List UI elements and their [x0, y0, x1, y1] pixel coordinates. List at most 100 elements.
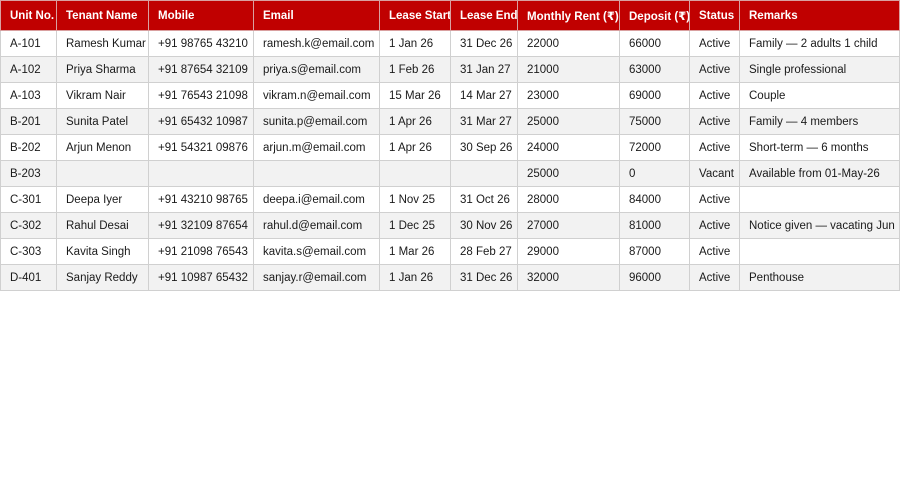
cell-monthly-rent[interactable]: 21000 [517, 56, 620, 83]
cell-unit-no[interactable]: A-103 [0, 82, 57, 109]
cell-email[interactable]: priya.s@email.com [253, 56, 380, 83]
cell-email[interactable]: vikram.n@email.com [253, 82, 380, 109]
cell-remarks[interactable]: Couple [739, 82, 900, 109]
header-lease-start[interactable]: Lease Start [379, 0, 451, 31]
cell-lease-end[interactable]: 31 Dec 26 [450, 30, 518, 57]
cell-remarks[interactable]: Notice given — vacating Jun [739, 212, 900, 239]
cell-mobile[interactable]: +91 32109 87654 [148, 212, 254, 239]
cell-status[interactable]: Active [689, 30, 740, 57]
cell-remarks[interactable]: Available from 01-May-26 [739, 160, 900, 187]
cell-lease-start[interactable]: 1 Apr 26 [379, 134, 451, 161]
cell-monthly-rent[interactable]: 24000 [517, 134, 620, 161]
header-email[interactable]: Email [253, 0, 380, 31]
cell-lease-end[interactable]: 28 Feb 27 [450, 238, 518, 265]
cell-unit-no[interactable]: C-303 [0, 238, 57, 265]
cell-tenant-name[interactable]: Kavita Singh [56, 238, 149, 265]
cell-status[interactable]: Active [689, 134, 740, 161]
cell-tenant-name[interactable]: Sunita Patel [56, 108, 149, 135]
cell-status[interactable]: Vacant [689, 160, 740, 187]
cell-monthly-rent[interactable]: 32000 [517, 264, 620, 291]
cell-lease-start[interactable]: 1 Jan 26 [379, 264, 451, 291]
cell-lease-end[interactable]: 30 Nov 26 [450, 212, 518, 239]
cell-email[interactable]: sanjay.r@email.com [253, 264, 380, 291]
header-status[interactable]: Status [689, 0, 740, 31]
cell-status[interactable]: Active [689, 108, 740, 135]
cell-lease-end[interactable]: 31 Jan 27 [450, 56, 518, 83]
cell-mobile[interactable]: +91 76543 21098 [148, 82, 254, 109]
cell-mobile[interactable]: +91 87654 32109 [148, 56, 254, 83]
cell-mobile[interactable] [148, 160, 254, 187]
cell-remarks[interactable]: Family — 2 adults 1 child [739, 30, 900, 57]
cell-mobile[interactable]: +91 54321 09876 [148, 134, 254, 161]
header-monthly-rent[interactable]: Monthly Rent (₹) [517, 0, 620, 31]
cell-unit-no[interactable]: A-101 [0, 30, 57, 57]
cell-unit-no[interactable]: B-201 [0, 108, 57, 135]
cell-unit-no[interactable]: A-102 [0, 56, 57, 83]
cell-tenant-name[interactable]: Priya Sharma [56, 56, 149, 83]
cell-tenant-name[interactable]: Ramesh Kumar [56, 30, 149, 57]
cell-email[interactable]: sunita.p@email.com [253, 108, 380, 135]
cell-email[interactable] [253, 160, 380, 187]
cell-remarks[interactable]: Short-term — 6 months [739, 134, 900, 161]
cell-lease-end[interactable] [450, 160, 518, 187]
cell-unit-no[interactable]: D-401 [0, 264, 57, 291]
cell-status[interactable]: Active [689, 238, 740, 265]
cell-tenant-name[interactable]: Deepa Iyer [56, 186, 149, 213]
cell-lease-start[interactable]: 1 Mar 26 [379, 238, 451, 265]
cell-lease-end[interactable]: 14 Mar 27 [450, 82, 518, 109]
cell-email[interactable]: ramesh.k@email.com [253, 30, 380, 57]
cell-monthly-rent[interactable]: 25000 [517, 160, 620, 187]
cell-tenant-name[interactable]: Sanjay Reddy [56, 264, 149, 291]
cell-unit-no[interactable]: C-301 [0, 186, 57, 213]
cell-monthly-rent[interactable]: 29000 [517, 238, 620, 265]
cell-email[interactable]: kavita.s@email.com [253, 238, 380, 265]
cell-lease-start[interactable] [379, 160, 451, 187]
cell-email[interactable]: rahul.d@email.com [253, 212, 380, 239]
cell-monthly-rent[interactable]: 28000 [517, 186, 620, 213]
cell-mobile[interactable]: +91 43210 98765 [148, 186, 254, 213]
cell-mobile[interactable]: +91 10987 65432 [148, 264, 254, 291]
cell-monthly-rent[interactable]: 27000 [517, 212, 620, 239]
cell-remarks[interactable] [739, 186, 900, 213]
cell-email[interactable]: arjun.m@email.com [253, 134, 380, 161]
cell-tenant-name[interactable]: Arjun Menon [56, 134, 149, 161]
cell-unit-no[interactable]: C-302 [0, 212, 57, 239]
cell-monthly-rent[interactable]: 22000 [517, 30, 620, 57]
cell-lease-end[interactable]: 31 Oct 26 [450, 186, 518, 213]
cell-tenant-name[interactable]: Rahul Desai [56, 212, 149, 239]
cell-status[interactable]: Active [689, 82, 740, 109]
header-deposit[interactable]: Deposit (₹) [619, 0, 690, 31]
cell-lease-start[interactable]: 1 Apr 26 [379, 108, 451, 135]
cell-lease-start[interactable]: 1 Jan 26 [379, 30, 451, 57]
cell-remarks[interactable] [739, 238, 900, 265]
header-remarks[interactable]: Remarks [739, 0, 900, 31]
cell-deposit[interactable]: 69000 [619, 82, 690, 109]
cell-status[interactable]: Active [689, 56, 740, 83]
cell-mobile[interactable]: +91 21098 76543 [148, 238, 254, 265]
cell-mobile[interactable]: +91 98765 43210 [148, 30, 254, 57]
header-tenant-name[interactable]: Tenant Name [56, 0, 149, 31]
cell-lease-start[interactable]: 1 Feb 26 [379, 56, 451, 83]
cell-remarks[interactable]: Family — 4 members [739, 108, 900, 135]
cell-deposit[interactable]: 63000 [619, 56, 690, 83]
cell-tenant-name[interactable] [56, 160, 149, 187]
cell-status[interactable]: Active [689, 212, 740, 239]
cell-deposit[interactable]: 87000 [619, 238, 690, 265]
cell-lease-end[interactable]: 31 Mar 27 [450, 108, 518, 135]
cell-lease-end[interactable]: 31 Dec 26 [450, 264, 518, 291]
cell-deposit[interactable]: 84000 [619, 186, 690, 213]
cell-lease-start[interactable]: 1 Dec 25 [379, 212, 451, 239]
cell-email[interactable]: deepa.i@email.com [253, 186, 380, 213]
cell-deposit[interactable]: 96000 [619, 264, 690, 291]
cell-status[interactable]: Active [689, 186, 740, 213]
cell-lease-start[interactable]: 1 Nov 25 [379, 186, 451, 213]
cell-deposit[interactable]: 81000 [619, 212, 690, 239]
cell-lease-start[interactable]: 15 Mar 26 [379, 82, 451, 109]
header-lease-end[interactable]: Lease End [450, 0, 518, 31]
cell-mobile[interactable]: +91 65432 10987 [148, 108, 254, 135]
cell-tenant-name[interactable]: Vikram Nair [56, 82, 149, 109]
header-unit-no[interactable]: Unit No. [0, 0, 57, 31]
cell-deposit[interactable]: 72000 [619, 134, 690, 161]
cell-remarks[interactable]: Single professional [739, 56, 900, 83]
cell-lease-end[interactable]: 30 Sep 26 [450, 134, 518, 161]
